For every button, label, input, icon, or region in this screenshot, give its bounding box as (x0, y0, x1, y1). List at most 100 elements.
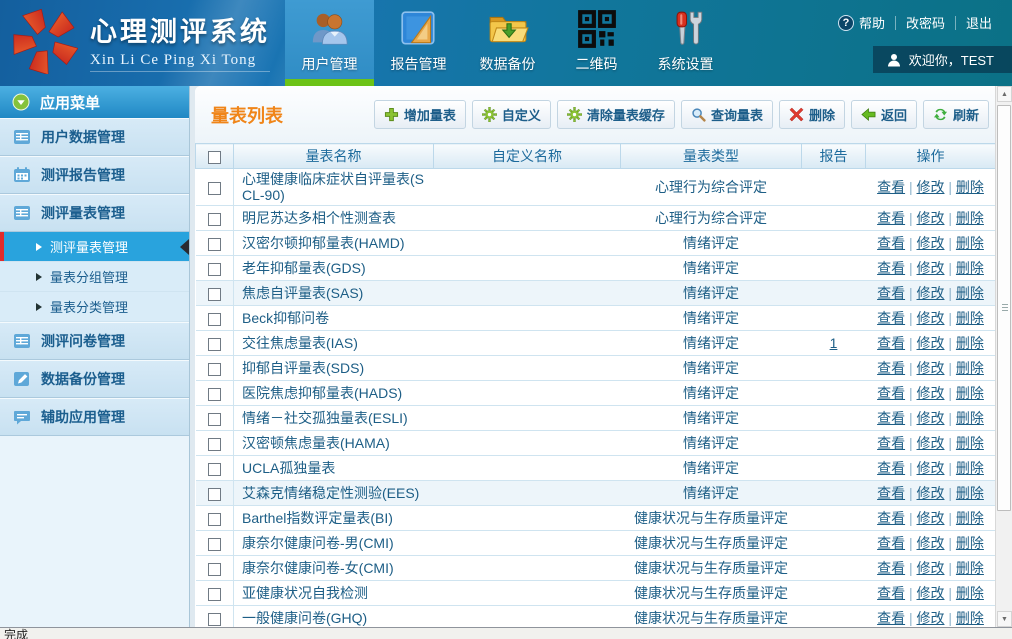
modify-link[interactable]: 修改 (917, 610, 945, 626)
view-link[interactable]: 查看 (877, 410, 905, 426)
modify-link[interactable]: 修改 (917, 485, 945, 501)
view-link[interactable]: 查看 (877, 285, 905, 301)
delete-link[interactable]: 删除 (956, 560, 984, 576)
row-checkbox[interactable] (208, 588, 221, 601)
delete-link[interactable]: 删除 (956, 285, 984, 301)
sidebar-subitem-scale-group-management[interactable]: 量表分组管理 (0, 262, 189, 292)
view-link[interactable]: 查看 (877, 510, 905, 526)
row-checkbox[interactable] (208, 182, 221, 195)
customize-button[interactable]: 自定义 (472, 100, 551, 129)
row-checkbox[interactable] (208, 463, 221, 476)
sidebar-item-backup-management[interactable]: 数据备份管理 (0, 360, 189, 398)
modify-link[interactable]: 修改 (917, 535, 945, 551)
row-checkbox[interactable] (208, 613, 221, 626)
view-link[interactable]: 查看 (877, 385, 905, 401)
delete-link[interactable]: 删除 (956, 310, 984, 326)
scrollbar-thumb[interactable] (997, 105, 1011, 511)
delete-button[interactable]: 删除 (779, 100, 845, 129)
sidebar-header[interactable]: 应用菜单 (0, 86, 189, 118)
row-checkbox[interactable] (208, 238, 221, 251)
view-link[interactable]: 查看 (877, 360, 905, 376)
modify-link[interactable]: 修改 (917, 585, 945, 601)
view-link[interactable]: 查看 (877, 610, 905, 626)
clear-scale-cache-button[interactable]: 清除量表缓存 (557, 100, 675, 129)
row-checkbox[interactable] (208, 288, 221, 301)
modify-link[interactable]: 修改 (917, 460, 945, 476)
row-checkbox[interactable] (208, 413, 221, 426)
sidebar-item-report-management[interactable]: 测评报告管理 (0, 156, 189, 194)
logout-link[interactable]: 退出 (956, 13, 1002, 32)
row-checkbox[interactable] (208, 438, 221, 451)
modify-link[interactable]: 修改 (917, 310, 945, 326)
delete-link[interactable]: 删除 (956, 179, 984, 195)
row-checkbox[interactable] (208, 513, 221, 526)
view-link[interactable]: 查看 (877, 179, 905, 195)
view-link[interactable]: 查看 (877, 585, 905, 601)
report-count-link[interactable]: 1 (830, 335, 838, 351)
sidebar-item-user-data-management[interactable]: 用户数据管理 (0, 118, 189, 156)
modify-link[interactable]: 修改 (917, 179, 945, 195)
modify-link[interactable]: 修改 (917, 560, 945, 576)
back-button[interactable]: 返回 (851, 100, 917, 129)
sidebar-subitem-scale-management[interactable]: 测评量表管理 (0, 232, 189, 262)
delete-link[interactable]: 删除 (956, 260, 984, 276)
delete-link[interactable]: 删除 (956, 460, 984, 476)
delete-link[interactable]: 删除 (956, 485, 984, 501)
delete-link[interactable]: 删除 (956, 435, 984, 451)
scroll-down-icon[interactable]: ▼ (997, 611, 1012, 627)
view-link[interactable]: 查看 (877, 210, 905, 226)
row-checkbox[interactable] (208, 213, 221, 226)
delete-link[interactable]: 删除 (956, 335, 984, 351)
view-link[interactable]: 查看 (877, 560, 905, 576)
delete-link[interactable]: 删除 (956, 535, 984, 551)
row-checkbox[interactable] (208, 338, 221, 351)
modify-link[interactable]: 修改 (917, 260, 945, 276)
delete-link[interactable]: 删除 (956, 385, 984, 401)
delete-link[interactable]: 删除 (956, 585, 984, 601)
sidebar-subitem-scale-category-management[interactable]: 量表分类管理 (0, 292, 189, 322)
nav-item-qrcode[interactable]: 二维码 (552, 0, 641, 86)
modify-link[interactable]: 修改 (917, 235, 945, 251)
modify-link[interactable]: 修改 (917, 285, 945, 301)
row-checkbox[interactable] (208, 563, 221, 576)
view-link[interactable]: 查看 (877, 260, 905, 276)
modify-link[interactable]: 修改 (917, 510, 945, 526)
nav-item-report-management[interactable]: 报告管理 (374, 0, 463, 86)
modify-link[interactable]: 修改 (917, 385, 945, 401)
modify-link[interactable]: 修改 (917, 435, 945, 451)
view-link[interactable]: 查看 (877, 435, 905, 451)
modify-link[interactable]: 修改 (917, 335, 945, 351)
nav-item-user-management[interactable]: 用户管理 (285, 0, 374, 86)
help-link[interactable]: ?帮助 (828, 13, 895, 32)
row-checkbox[interactable] (208, 388, 221, 401)
row-checkbox[interactable] (208, 538, 221, 551)
modify-link[interactable]: 修改 (917, 360, 945, 376)
view-link[interactable]: 查看 (877, 310, 905, 326)
change-password-link[interactable]: 改密码 (896, 13, 955, 32)
nav-item-system-settings[interactable]: 系统设置 (641, 0, 730, 86)
row-checkbox[interactable] (208, 263, 221, 276)
nav-item-data-backup[interactable]: 数据备份 (463, 0, 552, 86)
view-link[interactable]: 查看 (877, 485, 905, 501)
modify-link[interactable]: 修改 (917, 210, 945, 226)
vertical-scrollbar[interactable]: ▲ ▼ (995, 86, 1012, 627)
modify-link[interactable]: 修改 (917, 410, 945, 426)
refresh-button[interactable]: 刷新 (923, 100, 989, 129)
sidebar-item-questionnaire-management[interactable]: 测评问卷管理 (0, 322, 189, 360)
sidebar-item-scale-management[interactable]: 测评量表管理 (0, 194, 189, 232)
scroll-up-icon[interactable]: ▲ (997, 86, 1012, 102)
row-checkbox[interactable] (208, 363, 221, 376)
view-link[interactable]: 查看 (877, 335, 905, 351)
view-link[interactable]: 查看 (877, 460, 905, 476)
add-scale-button[interactable]: 增加量表 (374, 100, 466, 129)
delete-link[interactable]: 删除 (956, 510, 984, 526)
delete-link[interactable]: 删除 (956, 210, 984, 226)
sidebar-item-auxiliary-management[interactable]: 辅助应用管理 (0, 398, 189, 436)
select-all-checkbox[interactable] (208, 151, 221, 164)
view-link[interactable]: 查看 (877, 235, 905, 251)
delete-link[interactable]: 删除 (956, 360, 984, 376)
delete-link[interactable]: 删除 (956, 235, 984, 251)
delete-link[interactable]: 删除 (956, 410, 984, 426)
query-scale-button[interactable]: 查询量表 (681, 100, 773, 129)
row-checkbox[interactable] (208, 488, 221, 501)
